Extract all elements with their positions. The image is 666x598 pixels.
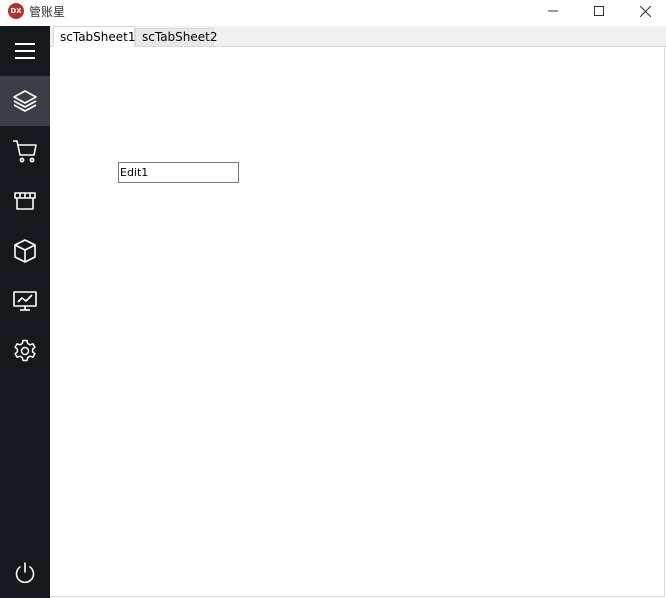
close-icon [639, 5, 651, 17]
power-icon [15, 562, 35, 584]
tab-strip: scTabSheet1 scTabSheet2 [50, 26, 666, 48]
sidebar-item-cart[interactable] [0, 126, 50, 176]
maximize-icon [594, 6, 604, 16]
minimize-icon [548, 10, 558, 12]
tab-content-panel [50, 47, 665, 597]
edit1-input[interactable] [118, 162, 239, 183]
chart-monitor-icon [13, 291, 37, 311]
layers-icon [13, 90, 37, 112]
menu-icon [15, 43, 35, 59]
tab-sctabsheet2[interactable]: scTabSheet2 [135, 28, 218, 47]
tab-sctabsheet1[interactable]: scTabSheet1 [53, 26, 136, 48]
title-bar: DX 管账星 [0, 0, 666, 22]
sidebar-item-store[interactable] [0, 176, 50, 226]
sidebar-menu-button[interactable] [0, 26, 50, 76]
gear-icon [14, 339, 36, 362]
sidebar [0, 26, 50, 598]
sidebar-item-reports[interactable] [0, 276, 50, 326]
sidebar-item-layers[interactable] [0, 76, 50, 126]
close-button[interactable] [622, 0, 666, 22]
minimize-button[interactable] [530, 0, 576, 22]
sidebar-item-settings[interactable] [0, 326, 50, 376]
cart-icon [13, 140, 37, 163]
sidebar-power-button[interactable] [0, 548, 50, 598]
app-logo-icon: DX [8, 3, 24, 19]
window-title: 管账星 [29, 5, 66, 19]
maximize-button[interactable] [576, 0, 622, 22]
box-icon [14, 239, 36, 263]
sidebar-item-box[interactable] [0, 226, 50, 276]
store-icon [14, 192, 36, 210]
